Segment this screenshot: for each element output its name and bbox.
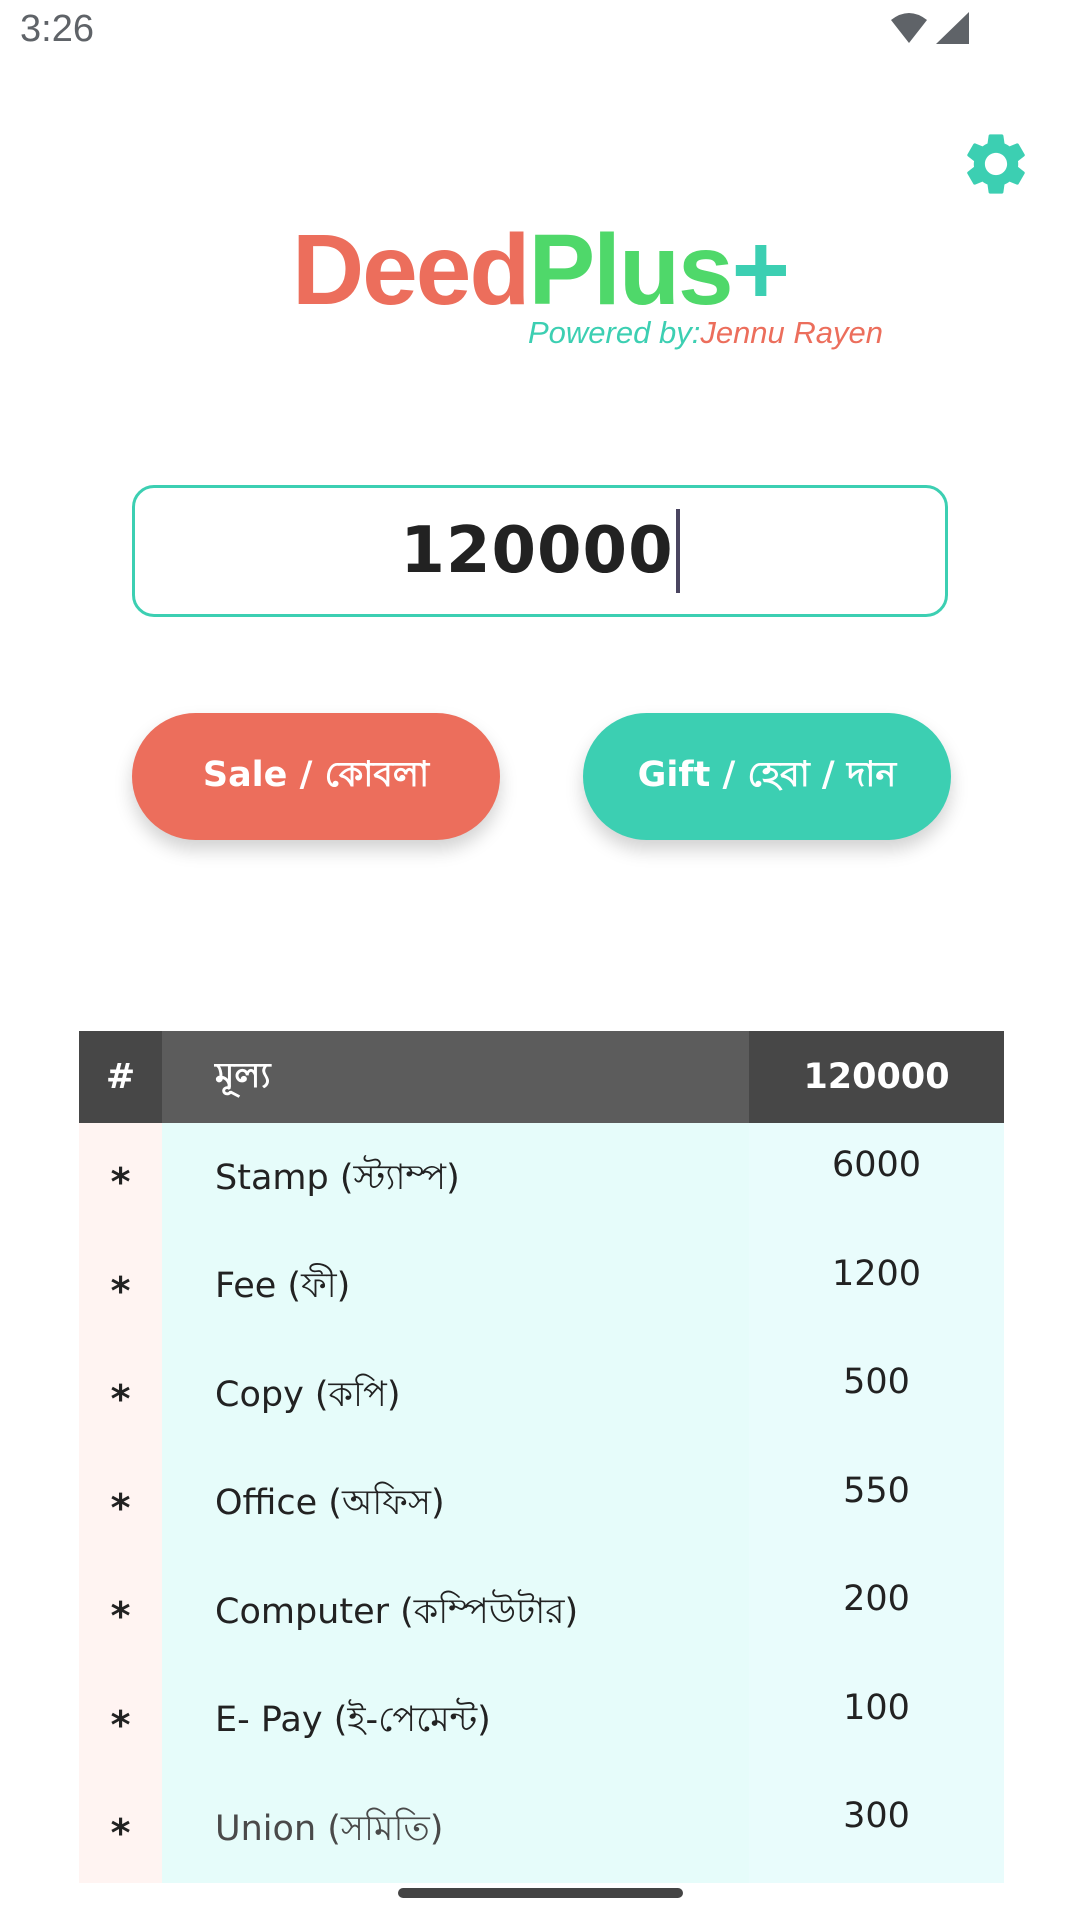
row-value: 1200 [749, 1231, 1004, 1340]
fee-table: # মূল্য 120000 * Stamp (স্ট্যাম্প) 6000 … [79, 1031, 1004, 1883]
powered-by-label: Powered by: [528, 315, 701, 350]
logo-plus-sign: + [731, 214, 790, 326]
table-row: * Union (সমিতি) 300 [79, 1774, 1004, 1883]
logo-deed: Deed [291, 214, 531, 326]
table-row: * Stamp (স্ট্যাম্প) 6000 [79, 1123, 1004, 1232]
row-label: Copy (কপি) [162, 1340, 749, 1449]
table-row: * E- Pay (ই-পেমেন্ট) 100 [79, 1665, 1004, 1774]
header-index: # [79, 1031, 162, 1123]
powered-by-author: Jennu Rayen [700, 315, 884, 350]
row-label: Computer (কম্পিউটার) [162, 1557, 749, 1666]
wifi-icon [890, 12, 928, 48]
row-mark: * [79, 1448, 162, 1557]
row-mark: * [79, 1123, 162, 1232]
gesture-nav-handle[interactable] [398, 1888, 683, 1898]
table-row: * Office (অফিস) 550 [79, 1448, 1004, 1557]
text-cursor [675, 509, 680, 593]
header-price-label: মূল্য [162, 1031, 749, 1123]
settings-button[interactable] [955, 125, 1037, 207]
row-value: 500 [749, 1340, 1004, 1449]
row-label: Stamp (স্ট্যাম্প) [162, 1123, 749, 1232]
table-row: * Computer (কম্পিউটার) 200 [79, 1557, 1004, 1666]
row-mark: * [79, 1231, 162, 1340]
app-logo: DeedPlus+ [0, 215, 1080, 325]
row-value: 6000 [749, 1123, 1004, 1232]
table-row: * Copy (কপি) 500 [79, 1340, 1004, 1449]
sale-button[interactable]: Sale / কোবলা [132, 713, 500, 840]
row-label: Union (সমিতি) [162, 1774, 749, 1883]
row-value: 200 [749, 1557, 1004, 1666]
status-time: 3:26 [20, 8, 94, 50]
gear-icon [959, 127, 1033, 205]
row-value: 300 [749, 1774, 1004, 1883]
row-value: 550 [749, 1448, 1004, 1557]
header-price-value: 120000 [749, 1031, 1004, 1123]
row-value: 100 [749, 1665, 1004, 1774]
table-row: * Fee (ফী) 1200 [79, 1231, 1004, 1340]
amount-input-value: 120000 [400, 514, 674, 588]
row-mark: * [79, 1665, 162, 1774]
row-mark: * [79, 1557, 162, 1666]
app-screen: 3:26 DeedPlus+ Powered by:Jennu Rayen 12… [0, 0, 1080, 1920]
row-mark: * [79, 1774, 162, 1883]
row-label: E- Pay (ই-পেমেন্ট) [162, 1665, 749, 1774]
row-label: Office (অফিস) [162, 1448, 749, 1557]
logo-plus: Plus [528, 214, 733, 326]
row-label: Fee (ফী) [162, 1231, 749, 1340]
row-mark: * [79, 1340, 162, 1449]
gift-button[interactable]: Gift / হেবা / দান [583, 713, 951, 840]
status-icons [890, 12, 970, 48]
cellular-signal-icon [936, 12, 970, 48]
amount-input[interactable]: 120000 [132, 485, 948, 617]
powered-by: Powered by:Jennu Rayen [528, 315, 883, 351]
table-header: # মূল্য 120000 [79, 1031, 1004, 1123]
